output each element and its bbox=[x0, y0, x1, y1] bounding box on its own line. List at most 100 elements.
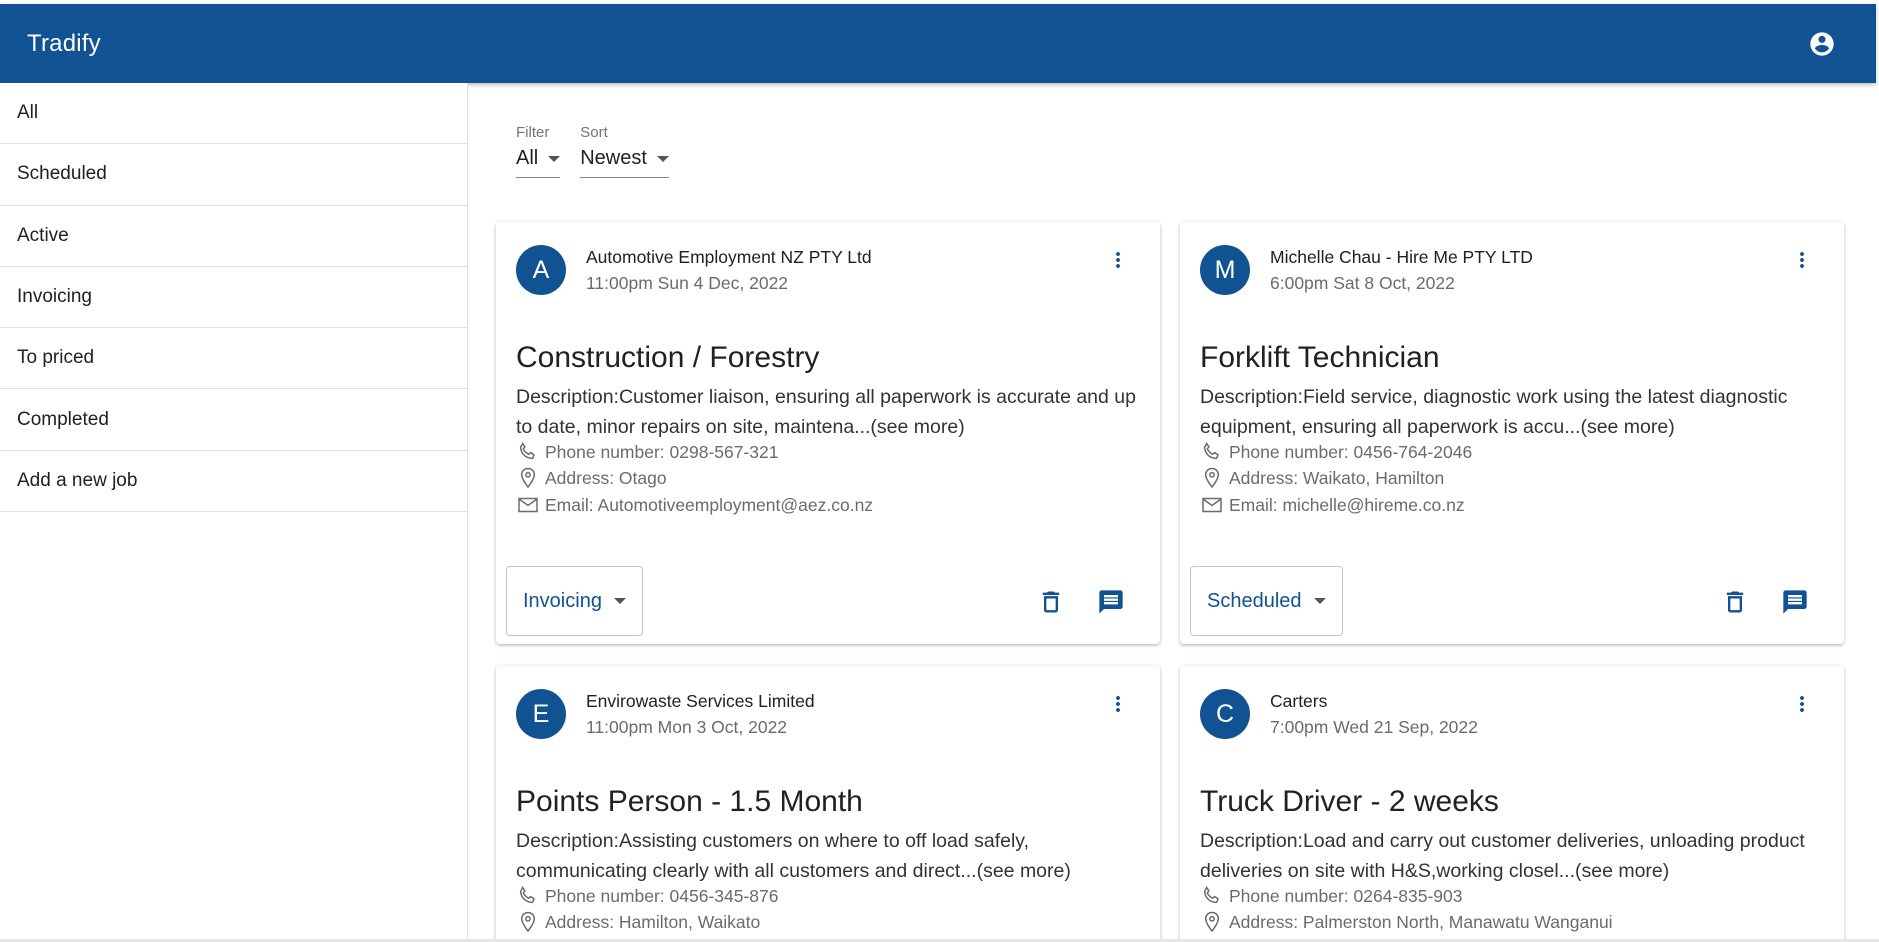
more-vert-icon[interactable] bbox=[1790, 692, 1814, 716]
job-title: Points Person - 1.5 Month bbox=[516, 785, 863, 818]
email-row: Email: Automotiveemployment@aez.co.nz bbox=[516, 493, 873, 517]
more-vert-icon[interactable] bbox=[1106, 248, 1130, 272]
app-title: Tradify bbox=[27, 29, 101, 57]
sidebar-item-label: Invoicing bbox=[17, 286, 92, 308]
filter-dropdown[interactable]: All bbox=[516, 147, 561, 178]
address-row: Address: Otago bbox=[516, 466, 667, 490]
job-card: E Envirowaste Services Limited 11:00pm M… bbox=[496, 666, 1160, 942]
chevron-down-icon bbox=[613, 598, 626, 604]
job-date: 6:00pm Sat 8 Oct, 2022 bbox=[1270, 273, 1455, 293]
location-pin-icon bbox=[520, 467, 536, 489]
status-value: Scheduled bbox=[1207, 589, 1302, 612]
company-name: Michelle Chau - Hire Me PTY LTD bbox=[1270, 247, 1533, 267]
avatar: E bbox=[516, 689, 566, 739]
phone-number: Phone number: 0456-764-2046 bbox=[1229, 441, 1473, 462]
address: Address: Waikato, Hamilton bbox=[1229, 467, 1445, 488]
avatar: M bbox=[1200, 245, 1250, 295]
job-description[interactable]: Description:Load and carry out customer … bbox=[1200, 826, 1830, 886]
job-date: 11:00pm Sun 4 Dec, 2022 bbox=[586, 273, 789, 293]
more-vert-icon[interactable] bbox=[1106, 692, 1130, 716]
filter-sort-bar: Filter All Sort Newest bbox=[516, 124, 669, 178]
chevron-down-icon bbox=[1313, 598, 1326, 604]
address: Address: Hamilton, Waikato bbox=[545, 911, 761, 932]
sidebar-item-active[interactable]: Active bbox=[0, 206, 467, 267]
sort-dropdown[interactable]: Newest bbox=[580, 147, 669, 178]
status-select[interactable]: Scheduled bbox=[1190, 566, 1343, 636]
email: Email: Automotiveemployment@aez.co.nz bbox=[545, 494, 874, 515]
sidebar-item-invoicing[interactable]: Invoicing bbox=[0, 267, 467, 329]
phone-row: Phone number: 0456-764-2046 bbox=[1200, 440, 1472, 464]
sidebar-item-label: Completed bbox=[17, 408, 109, 430]
email: Email: michelle@hireme.co.nz bbox=[1229, 494, 1465, 515]
message-icon[interactable] bbox=[1097, 588, 1125, 616]
phone-row: Phone number: 0264-835-903 bbox=[1200, 884, 1463, 908]
sidebar-item-label: All bbox=[17, 102, 39, 124]
job-description-text: Description:Assisting customers on where… bbox=[516, 830, 1071, 882]
account-circle-icon[interactable] bbox=[1808, 30, 1836, 58]
company-name: Carters bbox=[1270, 691, 1328, 711]
delete-icon[interactable] bbox=[1037, 588, 1065, 616]
chevron-down-icon bbox=[656, 155, 669, 162]
job-card: C Carters 7:00pm Wed 21 Sep, 2022 Truck … bbox=[1180, 666, 1844, 942]
phone-icon bbox=[519, 441, 535, 460]
job-date: 7:00pm Wed 21 Sep, 2022 bbox=[1270, 717, 1478, 737]
job-card: M Michelle Chau - Hire Me PTY LTD 6:00pm… bbox=[1180, 222, 1844, 644]
sidebar-item-scheduled[interactable]: Scheduled bbox=[0, 144, 467, 206]
address-row: Address: Waikato, Hamilton bbox=[1200, 466, 1444, 490]
sidebar-item-label: To priced bbox=[17, 347, 95, 369]
sidebar-item-label: Active bbox=[17, 224, 69, 246]
company-name: Automotive Employment NZ PTY Ltd bbox=[586, 247, 872, 267]
more-vert-icon[interactable] bbox=[1790, 248, 1814, 272]
mail-icon bbox=[1202, 497, 1222, 513]
chevron-down-icon bbox=[548, 155, 561, 162]
sort-select: Sort Newest bbox=[580, 124, 669, 178]
address-row: Address: Hamilton, Waikato bbox=[516, 910, 760, 934]
phone-number: Phone number: 0456-345-876 bbox=[545, 885, 779, 906]
job-title: Truck Driver - 2 weeks bbox=[1200, 785, 1499, 818]
job-title: Construction / Forestry bbox=[516, 341, 820, 374]
job-description-text: Description:Load and carry out customer … bbox=[1200, 830, 1805, 882]
job-description[interactable]: Description:Assisting customers on where… bbox=[516, 826, 1146, 886]
job-list: Filter All Sort Newest A Automotive Empl… bbox=[469, 83, 1879, 942]
sidebar-item-to-priced[interactable]: To priced bbox=[0, 328, 467, 390]
job-description[interactable]: Description:Customer liaison, ensuring a… bbox=[516, 382, 1146, 442]
job-description[interactable]: Description:Field service, diagnostic wo… bbox=[1200, 382, 1830, 442]
filter-value: All bbox=[516, 147, 539, 169]
delete-icon[interactable] bbox=[1721, 588, 1749, 616]
phone-number: Phone number: 0264-835-903 bbox=[1229, 885, 1463, 906]
filter-select: Filter All bbox=[516, 124, 561, 178]
email-row: Email: michelle@hireme.co.nz bbox=[1200, 493, 1465, 517]
phone-icon bbox=[1203, 441, 1219, 460]
job-title: Forklift Technician bbox=[1200, 341, 1440, 374]
job-date: 11:00pm Mon 3 Oct, 2022 bbox=[586, 717, 788, 737]
job-description-text: Description:Field service, diagnostic wo… bbox=[1200, 386, 1788, 438]
avatar: A bbox=[516, 245, 566, 295]
message-icon[interactable] bbox=[1781, 588, 1809, 616]
location-pin-icon bbox=[520, 911, 536, 933]
phone-row: Phone number: 0298-567-321 bbox=[516, 440, 779, 464]
phone-icon bbox=[519, 885, 535, 904]
job-card: A Automotive Employment NZ PTY Ltd 11:00… bbox=[496, 222, 1160, 644]
sidebar-item-add-new-job[interactable]: Add a new job bbox=[0, 451, 467, 513]
phone-icon bbox=[1203, 885, 1219, 904]
company-name: Envirowaste Services Limited bbox=[586, 691, 815, 711]
sort-label: Sort bbox=[580, 124, 608, 141]
sort-value: Newest bbox=[580, 147, 647, 169]
address-row: Address: Palmerston North, Manawatu Wang… bbox=[1200, 910, 1613, 934]
sidebar-item-label: Scheduled bbox=[17, 163, 107, 185]
status-select[interactable]: Invoicing bbox=[506, 566, 643, 636]
sidebar-item-all[interactable]: All bbox=[0, 83, 467, 145]
app-bar: Tradify bbox=[0, 4, 1876, 83]
address: Address: Otago bbox=[545, 467, 667, 488]
status-value: Invoicing bbox=[523, 589, 602, 612]
sidebar-item-label: Add a new job bbox=[17, 469, 138, 491]
avatar: C bbox=[1200, 689, 1250, 739]
address: Address: Palmerston North, Manawatu Wang… bbox=[1229, 911, 1613, 932]
sidebar: All Scheduled Active Invoicing To priced… bbox=[0, 83, 468, 942]
mail-icon bbox=[518, 497, 538, 513]
location-pin-icon bbox=[1204, 467, 1220, 489]
location-pin-icon bbox=[1204, 911, 1220, 933]
sidebar-item-completed[interactable]: Completed bbox=[0, 389, 467, 451]
job-description-text: Description:Customer liaison, ensuring a… bbox=[516, 386, 1136, 438]
phone-row: Phone number: 0456-345-876 bbox=[516, 884, 779, 908]
